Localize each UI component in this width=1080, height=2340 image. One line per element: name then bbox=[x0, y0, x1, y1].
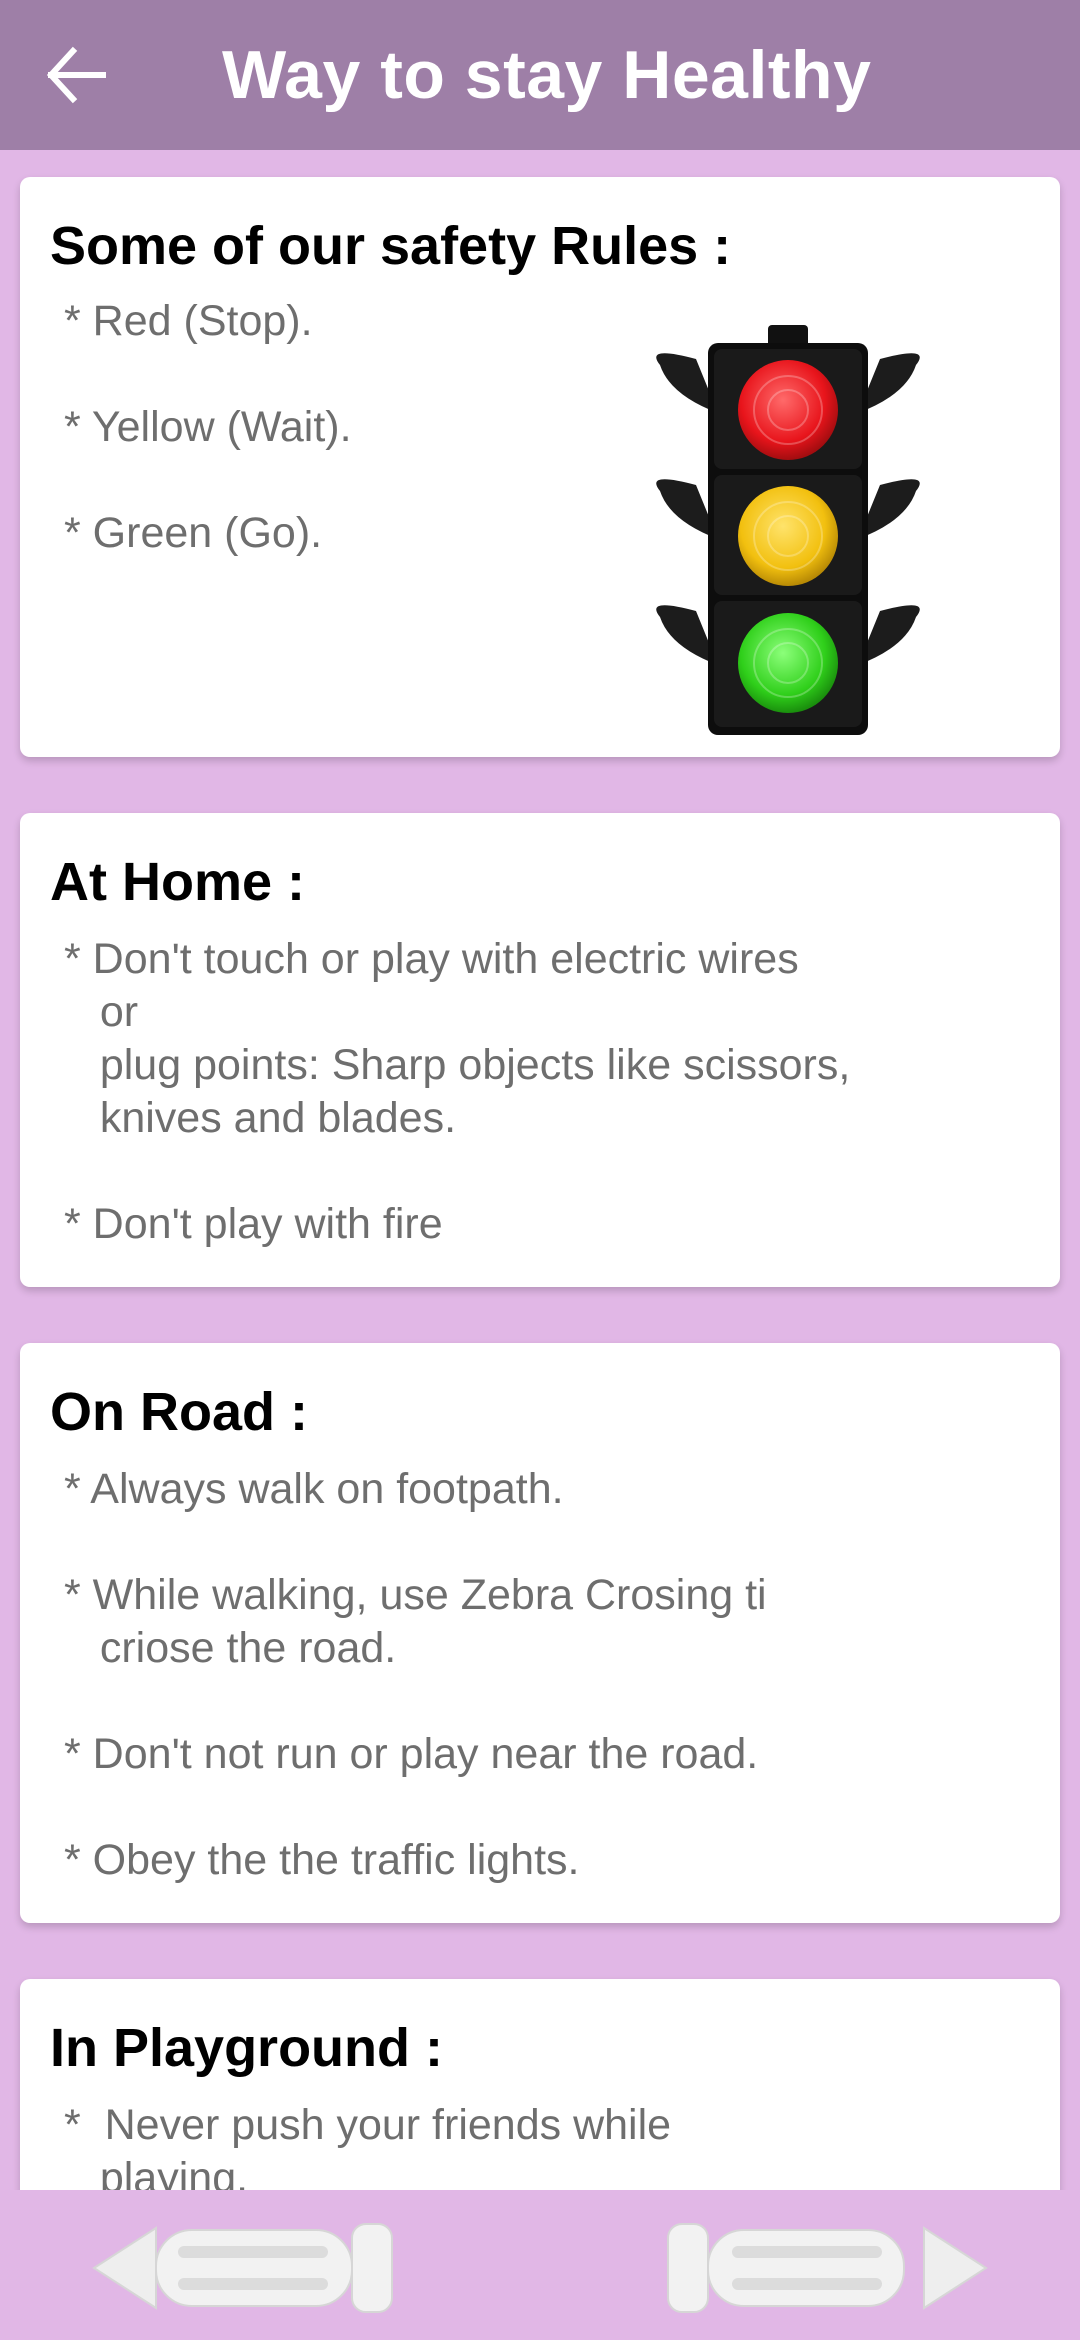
list-item: * Don't play with fire bbox=[64, 1200, 443, 1248]
on-road-card: On Road : * Always walk on footpath. * W… bbox=[20, 1343, 1060, 1923]
back-button[interactable] bbox=[38, 38, 112, 112]
card-title: At Home : bbox=[50, 852, 305, 912]
app-bar: Way to stay Healthy bbox=[0, 0, 1080, 150]
card-title: Some of our safety Rules : bbox=[50, 216, 732, 276]
list-item: * Red (Stop). bbox=[64, 297, 313, 345]
bottom-navigation bbox=[0, 2190, 1080, 2340]
card-title: In Playground : bbox=[50, 2018, 444, 2078]
page-title: Way to stay Healthy bbox=[222, 37, 872, 113]
previous-button[interactable] bbox=[86, 2218, 416, 2318]
previous-arrow-icon bbox=[92, 2223, 393, 2313]
list-item: * Never push your friends while playing. bbox=[64, 2101, 672, 2190]
list-item: * Obey the the traffic lights. bbox=[64, 1836, 580, 1884]
list-item: * Always walk on footpath. bbox=[64, 1465, 564, 1513]
list-item: * Don't touch or play with electric wire… bbox=[64, 935, 851, 1142]
next-arrow-icon bbox=[667, 2223, 988, 2313]
in-playground-card: In Playground : * Never push your friend… bbox=[20, 1979, 1060, 2190]
at-home-card: At Home : * Don't touch or play with ele… bbox=[20, 813, 1060, 1287]
list-item: * Don't not run or play near the road. bbox=[64, 1730, 759, 1778]
list-item: * While walking, use Zebra Crosing ti cr… bbox=[64, 1571, 767, 1672]
traffic-light-icon bbox=[656, 325, 920, 735]
list-item: * Green (Go). bbox=[64, 509, 323, 557]
next-button[interactable] bbox=[664, 2218, 994, 2318]
content-scroll[interactable]: Some of our safety Rules : * Red (Stop).… bbox=[0, 150, 1080, 2190]
arrow-left-icon bbox=[46, 46, 106, 104]
safety-rules-card: Some of our safety Rules : * Red (Stop).… bbox=[20, 177, 1060, 757]
list-item: * Yellow (Wait). bbox=[64, 403, 352, 451]
card-title: On Road : bbox=[50, 1382, 308, 1442]
